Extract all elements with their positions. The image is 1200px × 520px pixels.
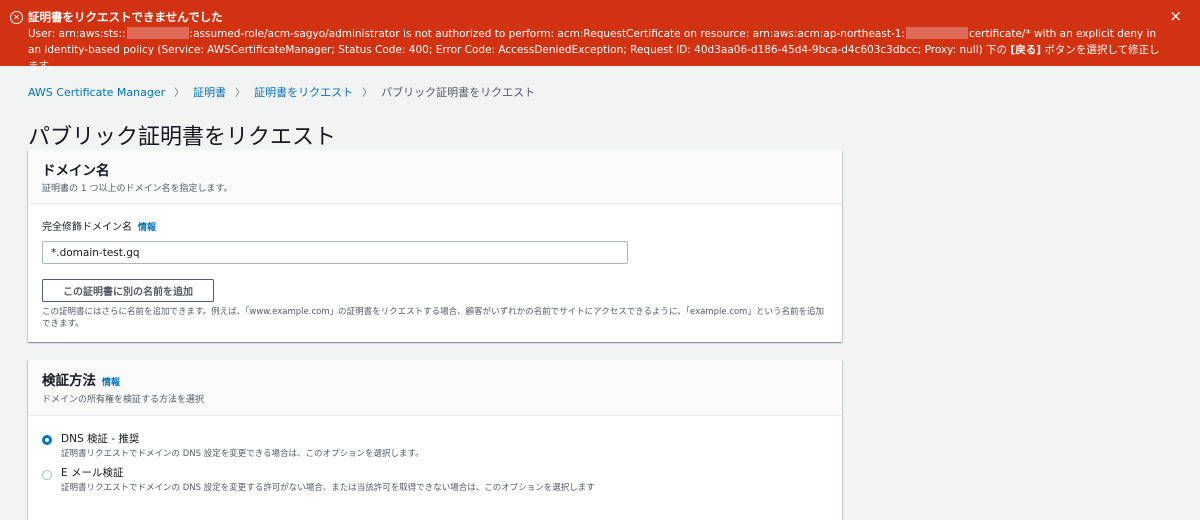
validation-panel-description: ドメインの所有権を検証する方法を選択 (42, 395, 205, 405)
error-message: User: arn:aws:sts:::assumed-role/acm-sag… (28, 26, 1168, 74)
add-name-help-text: この証明書にはさらに名前を追加できます。例えば、「www.example.com… (42, 307, 824, 329)
email-validation-label[interactable]: E メール検証 (61, 467, 123, 480)
domain-name-input[interactable] (42, 241, 628, 264)
breadcrumb-current: パブリック証明書をリクエスト (381, 86, 536, 99)
validation-panel-header: 検証方法 情報 ドメインの所有権を検証する方法を選択 (28, 360, 842, 416)
breadcrumb-certificates[interactable]: 証明書 (193, 86, 226, 99)
validation-panel-title: 検証方法 情報 (42, 372, 120, 392)
validation-info-link[interactable]: 情報 (102, 378, 120, 388)
redacted-account-id (905, 27, 968, 39)
email-validation-description: 証明書リクエストでドメインの DNS 設定を変更する許可がない場合、または当該許… (61, 483, 595, 493)
dns-validation-label[interactable]: DNS 検証 - 推奨 (61, 433, 139, 446)
chevron-right-icon: 〉 (362, 88, 373, 99)
close-icon[interactable]: × (1169, 8, 1182, 24)
add-name-button[interactable]: この証明書に別の名前を追加 (42, 279, 214, 302)
error-icon: ✕ (10, 11, 23, 24)
fqdn-label-text: 完全修飾ドメイン名 (42, 222, 132, 233)
chevron-right-icon: 〉 (235, 88, 246, 99)
breadcrumb: AWS Certificate Manager 〉証明書〉証明書をリクエスト〉パブ… (28, 86, 535, 101)
domain-panel-title: ドメイン名 (42, 163, 110, 179)
error-title: 証明書をリクエストできませんでした (28, 10, 223, 24)
page-scrollbar[interactable] (1192, 66, 1200, 515)
fqdn-label: 完全修飾ドメイン名 情報 (42, 221, 156, 235)
domain-name-panel: ドメイン名 証明書の 1 つ以上のドメイン名を指定します。 完全修飾ドメイン名情… (28, 150, 842, 342)
dns-validation-description: 証明書リクエストでドメインの DNS 設定を変更できる場合は、このオプションを選… (61, 449, 424, 459)
email-validation-radio[interactable] (42, 470, 52, 480)
fqdn-info-link[interactable]: 情報 (138, 223, 156, 233)
error-message-back: [戻る] (1010, 44, 1042, 56)
chevron-right-icon: 〉 (174, 88, 185, 99)
validation-panel-title-text: 検証方法 (42, 373, 96, 389)
breadcrumb-acm[interactable]: AWS Certificate Manager (28, 86, 165, 99)
redacted-account-id (126, 27, 189, 39)
breadcrumb-request[interactable]: 証明書をリクエスト (254, 86, 353, 99)
page-title: パブリック証明書をリクエスト (28, 124, 337, 150)
domain-panel-description: 証明書の 1 つ以上のドメイン名を指定します。 (42, 184, 233, 194)
error-message-mid: :assumed-role/acm-sagyo/administrator is… (189, 28, 905, 40)
error-message-prefix: User: arn:aws:sts:: (28, 28, 126, 40)
validation-method-panel: 検証方法 情報 ドメインの所有権を検証する方法を選択 DNS 検証 - 推奨 証明… (28, 360, 842, 520)
error-banner: ✕ 証明書をリクエストできませんでした User: arn:aws:sts:::… (0, 0, 1200, 72)
domain-panel-header: ドメイン名 証明書の 1 つ以上のドメイン名を指定します。 (28, 150, 842, 204)
dns-validation-radio[interactable] (42, 435, 52, 445)
